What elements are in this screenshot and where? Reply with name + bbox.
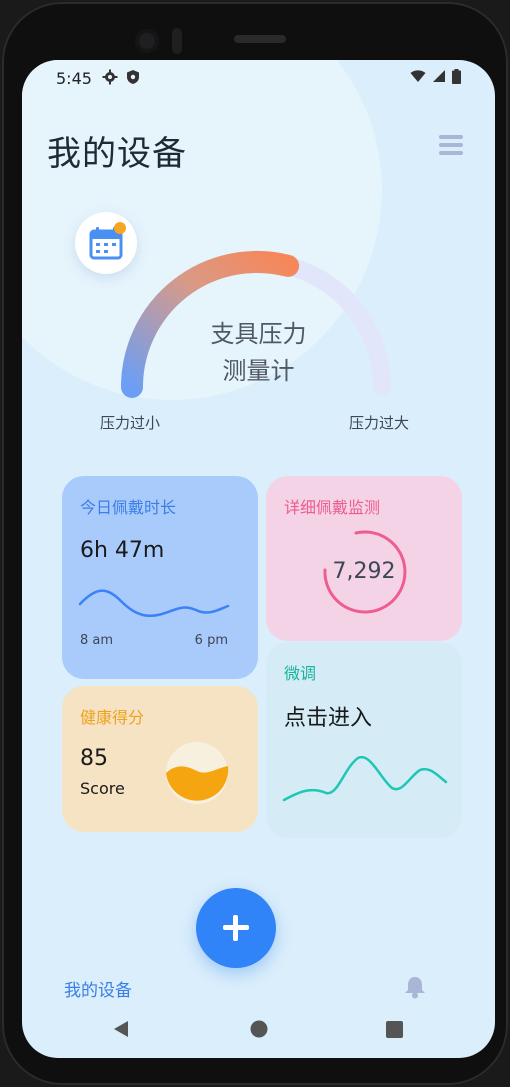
detail-monitor-card[interactable]: 详细佩戴监测 7,292 (266, 476, 462, 641)
gauge-min-label: 压力过小 (100, 414, 161, 432)
gauge-title: 支具压力 测量计 (22, 316, 495, 390)
gauge-title-line1: 支具压力 (210, 320, 307, 348)
fine-tune-action: 点击进入 (284, 706, 373, 731)
wear-time-sparkline (78, 589, 230, 618)
wear-time-title: 今日佩戴时长 (80, 498, 177, 517)
shield-icon (127, 70, 139, 84)
battery-icon (452, 69, 461, 84)
wear-time-end: 6 pm (194, 633, 228, 648)
menu-icon (439, 135, 463, 139)
fine-tune-sparkline (282, 755, 448, 802)
wifi-icon (410, 70, 426, 82)
back-icon[interactable] (113, 1020, 129, 1038)
menu-button[interactable] (436, 130, 466, 160)
health-score-value: 85 (80, 746, 108, 771)
health-score-unit: Score (80, 779, 125, 798)
bottom-nav-my-devices[interactable]: 我的设备 (64, 976, 132, 1001)
gauge-title-line2: 测量计 (222, 357, 295, 385)
status-bar: 5:45 (56, 68, 461, 90)
wear-time-start: 8 am (80, 633, 114, 648)
wear-time-value: 6h 47m (80, 538, 165, 563)
health-score-blob (166, 742, 229, 804)
gauge-max-label: 压力过大 (349, 414, 410, 432)
sensor (172, 28, 182, 54)
fine-tune-card[interactable]: 微调 点击进入 (266, 642, 462, 838)
health-score-card[interactable]: 健康得分 85 Score (62, 686, 258, 832)
camera (135, 29, 159, 53)
recents-icon[interactable] (386, 1021, 403, 1038)
health-score-title: 健康得分 (80, 708, 145, 727)
page-title: 我的设备 (47, 134, 187, 174)
signal-icon (433, 70, 445, 82)
speaker (234, 35, 286, 43)
bell-icon[interactable] (402, 974, 428, 1000)
detail-monitor-title: 详细佩戴监测 (284, 498, 381, 517)
add-device-button[interactable] (196, 888, 276, 968)
settings-icon (102, 69, 118, 85)
wear-time-card[interactable]: 今日佩戴时长 6h 47m 8 am 6 pm (62, 476, 258, 679)
detail-monitor-value: 7,292 (332, 559, 396, 584)
home-icon[interactable] (250, 1020, 268, 1038)
fine-tune-title: 微调 (284, 664, 317, 683)
status-time: 5:45 (56, 69, 92, 88)
